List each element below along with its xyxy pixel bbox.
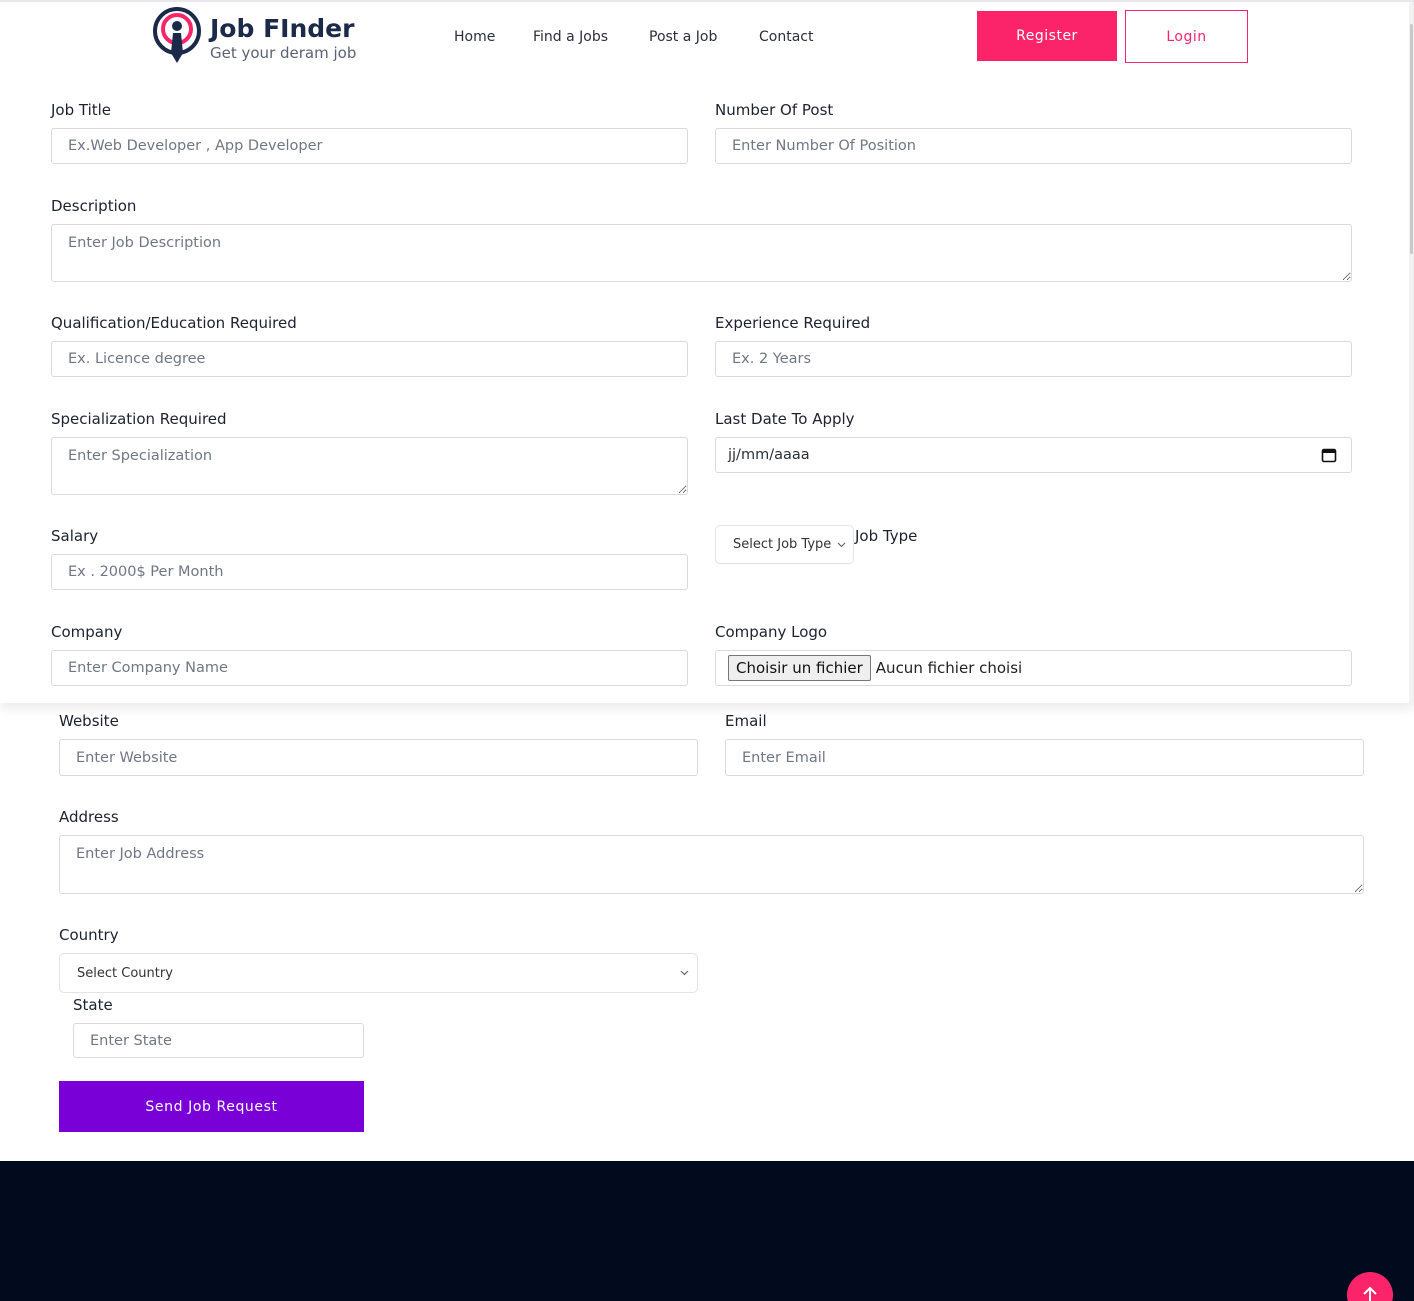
footer <box>0 1161 1414 1301</box>
brand-tagline: Get your deram job <box>210 44 357 62</box>
choose-file-button[interactable]: Choisir un fichier <box>728 655 871 681</box>
experience-input[interactable] <box>715 341 1352 377</box>
send-job-request-button[interactable]: Send Job Request <box>59 1081 364 1132</box>
specialization-textarea[interactable] <box>51 437 688 495</box>
calendar-icon[interactable] <box>1321 447 1337 463</box>
nav-contact[interactable]: Contact <box>759 29 813 45</box>
nav-post-job[interactable]: Post a Job <box>649 29 717 45</box>
company-label: Company <box>51 623 123 641</box>
country-selected: Select Country <box>77 965 173 981</box>
job-type-select[interactable]: Select Job Type <box>715 525 854 564</box>
chevron-down-icon <box>837 542 846 548</box>
last-date-input[interactable]: jj/mm/aaaa <box>715 437 1352 473</box>
company-logo-file-input[interactable]: Choisir un fichier Aucun fichier choisi <box>715 650 1352 686</box>
login-button[interactable]: Login <box>1125 10 1248 63</box>
salary-input[interactable] <box>51 554 688 590</box>
number-of-post-input[interactable] <box>715 128 1352 164</box>
email-input[interactable] <box>725 739 1364 776</box>
number-of-post-label: Number Of Post <box>715 101 834 119</box>
arrow-up-icon <box>1363 1286 1377 1301</box>
job-type-label: Job Type <box>855 527 918 545</box>
top-panel: Job FInder Get your deram job Home Find … <box>0 0 1414 705</box>
job-type-selected: Select Job Type <box>733 537 832 552</box>
last-date-value: jj/mm/aaaa <box>728 447 810 463</box>
brand-title: Job FInder <box>210 14 355 43</box>
email-label: Email <box>725 712 767 730</box>
state-input[interactable] <box>73 1023 364 1058</box>
file-status-text: Aucun fichier choisi <box>875 659 1023 677</box>
state-label: State <box>73 996 113 1014</box>
chevron-down-icon <box>680 970 689 976</box>
nav-find-jobs[interactable]: Find a Jobs <box>533 29 608 45</box>
description-label: Description <box>51 197 137 215</box>
experience-label: Experience Required <box>715 314 871 332</box>
register-button[interactable]: Register <box>977 11 1117 61</box>
address-label: Address <box>59 808 119 826</box>
location-pin-icon <box>153 7 201 63</box>
qualification-input[interactable] <box>51 341 688 377</box>
website-input[interactable] <box>59 739 698 776</box>
scrollbar-track[interactable] <box>1409 2 1414 705</box>
country-select[interactable]: Select Country <box>59 953 698 993</box>
website-label: Website <box>59 712 119 730</box>
qualification-label: Qualification/Education Required <box>51 314 297 332</box>
salary-label: Salary <box>51 527 99 545</box>
company-logo-label: Company Logo <box>715 623 828 641</box>
last-date-label: Last Date To Apply <box>715 410 855 428</box>
specialization-label: Specialization Required <box>51 410 227 428</box>
job-title-label: Job Title <box>51 101 112 119</box>
company-input[interactable] <box>51 650 688 686</box>
description-textarea[interactable] <box>51 224 1352 282</box>
nav-home[interactable]: Home <box>454 29 495 45</box>
scrollbar-thumb[interactable] <box>1410 24 1413 254</box>
brand-logo[interactable]: Job FInder Get your deram job <box>152 6 356 68</box>
address-textarea[interactable] <box>59 835 1364 894</box>
country-label: Country <box>59 926 119 944</box>
job-title-input[interactable] <box>51 128 688 164</box>
